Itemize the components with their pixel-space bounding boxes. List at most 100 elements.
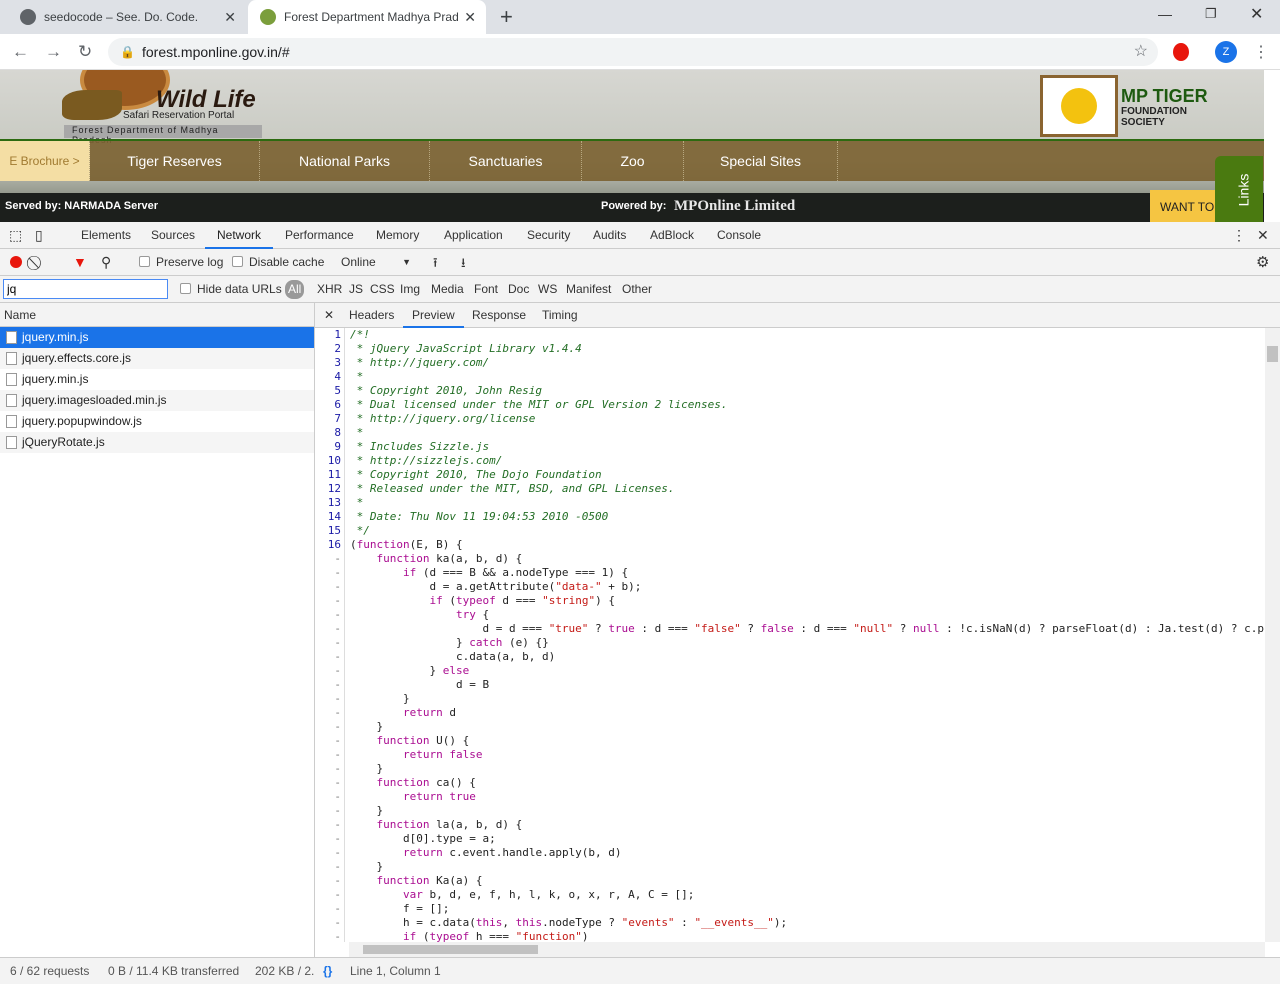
filter-type-img[interactable]: Img <box>400 276 420 303</box>
filter-type-manifest[interactable]: Manifest <box>566 276 611 303</box>
line-text: return c.event.handle.apply(b, d) <box>402 846 622 859</box>
tab-sources[interactable]: Sources <box>151 222 195 249</box>
links-tab[interactable]: Links <box>1215 156 1263 222</box>
line-number: - <box>315 902 345 916</box>
close-window-button[interactable]: ✕ <box>1250 4 1263 24</box>
preserve-log-checkbox[interactable]: Preserve log <box>139 249 223 276</box>
name-column-header[interactable]: Name <box>0 303 314 327</box>
line-number: - <box>315 762 345 776</box>
restore-button[interactable]: ❐ <box>1205 6 1217 22</box>
nav-e-brochure[interactable]: E Brochure > <box>0 141 90 181</box>
tiger-title: MP TIGER <box>1121 86 1208 106</box>
pretty-print-icon[interactable]: {} <box>323 958 332 985</box>
code-line: - } <box>315 720 1265 734</box>
disable-cache-label: Disable cache <box>249 255 325 269</box>
nav-zoo[interactable]: Zoo <box>582 141 684 181</box>
forward-icon[interactable]: → <box>45 42 62 62</box>
tab-memory[interactable]: Memory <box>376 222 419 249</box>
reload-icon[interactable]: ↻ <box>78 42 92 62</box>
opera-extension-icon[interactable] <box>1173 43 1189 61</box>
filter-type-media[interactable]: Media <box>431 276 464 303</box>
mponline-logo[interactable]: MPOnline Limited <box>674 193 795 219</box>
filter-type-xhr[interactable]: XHR <box>317 276 342 303</box>
detail-tab-preview[interactable]: Preview <box>403 303 464 328</box>
record-button[interactable] <box>10 256 22 268</box>
line-number: 10 <box>315 454 345 468</box>
throttle-select[interactable]: Online ▼ <box>341 249 413 276</box>
filter-type-doc[interactable]: Doc <box>508 276 529 303</box>
tiger-foundation-logo[interactable] <box>1040 75 1118 137</box>
code-line: - function ka(a, b, d) { <box>315 552 1265 566</box>
star-icon[interactable]: ☆ <box>1134 38 1148 66</box>
browser-tab[interactable]: seedocode – See. Do. Code. ✕ <box>8 0 246 34</box>
line-text: } <box>350 860 384 873</box>
scrollbar-thumb[interactable] <box>1267 346 1278 362</box>
line-number: - <box>315 580 345 594</box>
close-tab-icon[interactable]: ✕ <box>224 9 236 26</box>
powered-by: Powered by: <box>601 200 667 212</box>
code-line: - function Ka(a) { <box>315 874 1265 888</box>
throttle-value: Online <box>341 255 376 269</box>
request-row[interactable]: jQueryRotate.js <box>0 432 314 453</box>
detail-tab-response[interactable]: Response <box>472 303 526 328</box>
filter-icon[interactable]: ▼ <box>73 249 87 276</box>
globe-icon <box>20 9 36 25</box>
devtools-menu-icon[interactable]: ⋮ <box>1232 222 1246 249</box>
line-number: - <box>315 832 345 846</box>
line-number: - <box>315 748 345 762</box>
device-toolbar-icon[interactable]: ▯ <box>35 222 43 249</box>
tab-security[interactable]: Security <box>527 222 570 249</box>
export-har-icon[interactable]: ⭳ <box>461 249 466 276</box>
nav-sanctuaries[interactable]: Sanctuaries <box>430 141 582 181</box>
code-line: - } catch (e) {} <box>315 636 1265 650</box>
request-row[interactable]: jquery.imagesloaded.min.js <box>0 390 314 411</box>
minimize-button[interactable]: — <box>1158 6 1172 22</box>
disable-cache-checkbox[interactable]: Disable cache <box>232 249 324 276</box>
request-row[interactable]: jquery.popupwindow.js <box>0 411 314 432</box>
close-devtools-icon[interactable]: ✕ <box>1257 222 1269 249</box>
filter-type-ws[interactable]: WS <box>538 276 557 303</box>
code-line: 6 * Dual licensed under the MIT or GPL V… <box>315 398 1265 412</box>
detail-tab-headers[interactable]: Headers <box>349 303 394 328</box>
tab-performance[interactable]: Performance <box>285 222 354 249</box>
tab-adblock[interactable]: AdBlock <box>650 222 694 249</box>
scrollbar-thumb[interactable] <box>363 945 538 954</box>
line-number: 16 <box>315 538 345 552</box>
hide-data-urls-checkbox[interactable]: Hide data URLs <box>180 276 282 303</box>
nav-national-parks[interactable]: National Parks <box>260 141 430 181</box>
menu-icon[interactable]: ⋮ <box>1253 42 1269 62</box>
tab-elements[interactable]: Elements <box>81 222 131 249</box>
nav-special-sites[interactable]: Special Sites <box>684 141 838 181</box>
filter-type-all[interactable]: All <box>285 280 305 299</box>
request-row[interactable]: jquery.min.js <box>0 327 314 348</box>
browser-tab-active[interactable]: Forest Department Madhya Prad ✕ <box>248 0 486 34</box>
tab-audits[interactable]: Audits <box>593 222 626 249</box>
import-har-icon[interactable]: ⭱ <box>433 249 438 276</box>
url-input[interactable]: 🔒 forest.mponline.gov.in/# ☆ <box>108 38 1158 66</box>
horizontal-scrollbar[interactable] <box>349 942 1265 957</box>
profile-avatar[interactable]: Z <box>1215 41 1237 63</box>
tab-console[interactable]: Console <box>717 222 761 249</box>
line-text: function ca() { <box>376 776 476 789</box>
new-tab-button[interactable]: + <box>500 4 513 30</box>
filter-type-font[interactable]: Font <box>474 276 498 303</box>
filter-input[interactable] <box>3 279 168 299</box>
settings-gear-icon[interactable]: ⚙ <box>1256 249 1269 276</box>
request-row[interactable]: jquery.effects.core.js <box>0 348 314 369</box>
filter-type-other[interactable]: Other <box>622 276 652 303</box>
detail-tab-timing[interactable]: Timing <box>542 303 578 328</box>
filter-type-js[interactable]: JS <box>349 276 363 303</box>
back-icon[interactable]: ← <box>12 42 29 62</box>
filter-type-css[interactable]: CSS <box>370 276 395 303</box>
tab-application[interactable]: Application <box>444 222 503 249</box>
nav-tiger-reserves[interactable]: Tiger Reserves <box>90 141 260 181</box>
close-tab-icon[interactable]: ✕ <box>464 9 476 26</box>
inspect-icon[interactable]: ⬚ <box>9 222 22 249</box>
dropdown-arrow-icon: ▼ <box>402 257 411 267</box>
request-row[interactable]: jquery.min.js <box>0 369 314 390</box>
close-detail-icon[interactable]: ✕ <box>324 302 334 329</box>
search-icon[interactable]: ⚲ <box>101 249 111 276</box>
want-to-button[interactable]: WANT TO <box>1150 190 1220 222</box>
vertical-scrollbar[interactable] <box>1265 328 1280 942</box>
tab-network[interactable]: Network <box>205 222 274 249</box>
